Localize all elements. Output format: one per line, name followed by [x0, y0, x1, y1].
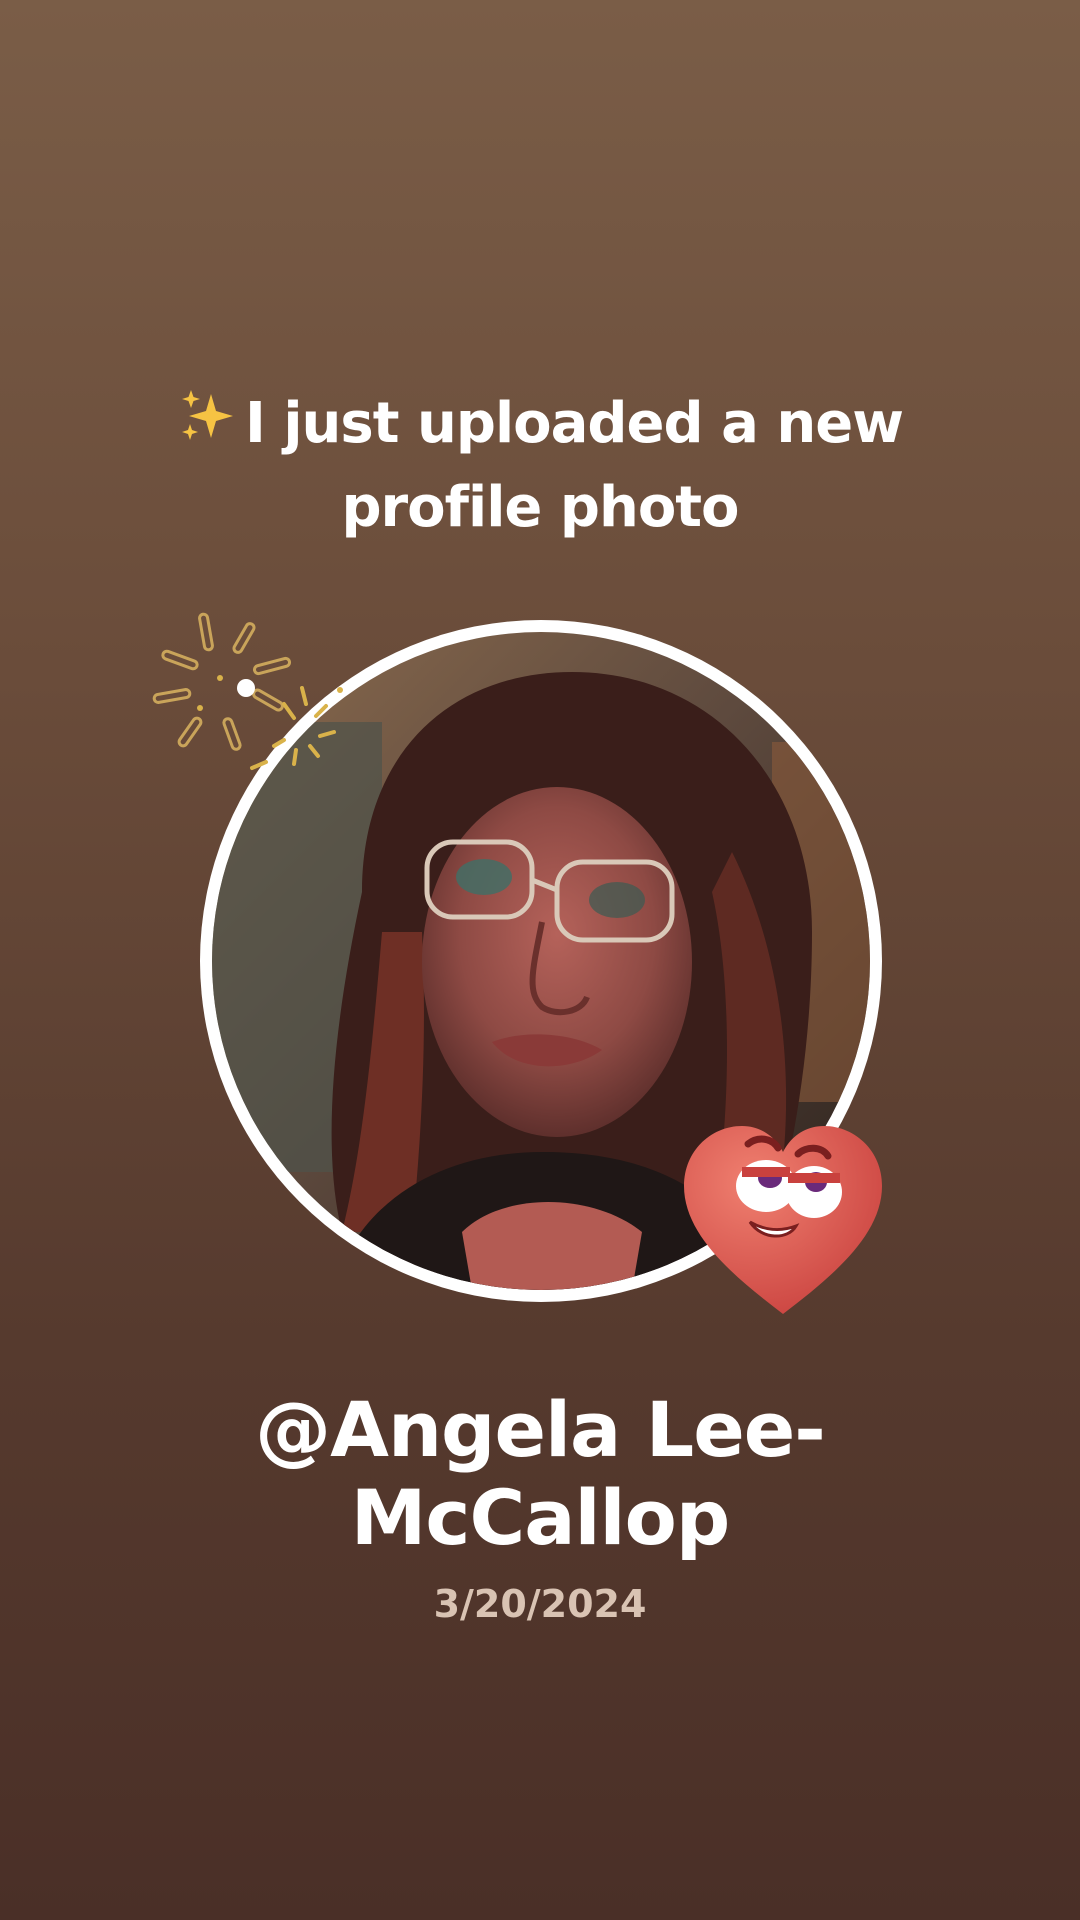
headline-text: I just uploaded a new profile photo: [245, 391, 904, 540]
sparkles-icon: [182, 390, 234, 440]
headline: I just uploaded a new profile photo: [110, 382, 970, 550]
post-date: 3/20/2024: [433, 1582, 647, 1626]
confetti-burst-icon: [152, 612, 343, 770]
username: @Angela Lee-McCallop: [255, 1385, 826, 1562]
heart-face-sticker-icon: [684, 1126, 882, 1314]
